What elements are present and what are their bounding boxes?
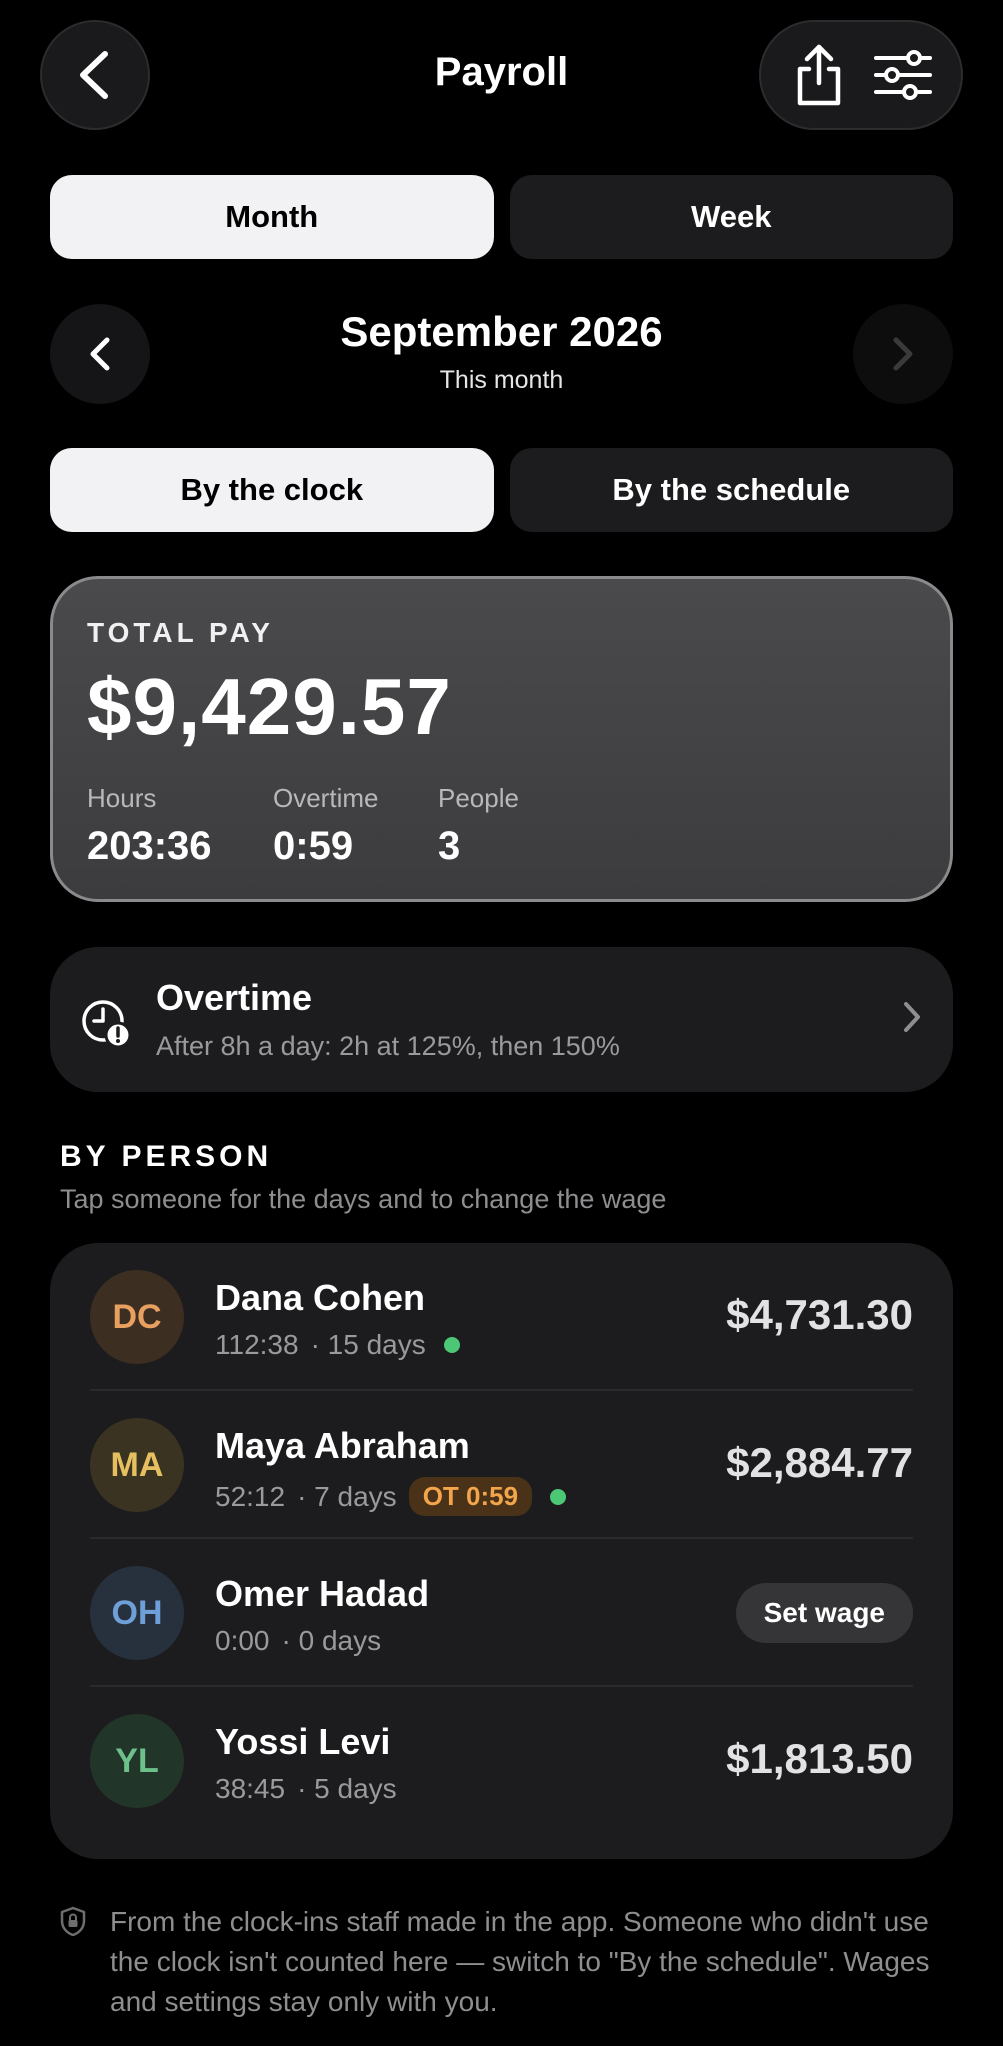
stat-overtime: Overtime 0:59 bbox=[273, 783, 379, 868]
person-days: · 15 days bbox=[310, 1329, 426, 1360]
chevron-right-icon bbox=[904, 1002, 920, 1032]
filter-button[interactable] bbox=[868, 40, 938, 110]
person-hours: 112:38 bbox=[215, 1329, 299, 1360]
avatar: MA bbox=[90, 1418, 184, 1512]
overtime-rule: After 8h a day: 2h at 125%, then 150% bbox=[156, 1031, 620, 1061]
sliders-icon bbox=[874, 50, 932, 100]
chevron-right-icon bbox=[893, 337, 913, 371]
list-item-person[interactable]: MA Maya Abraham 52:12 · 7 days OT 0:59 $… bbox=[50, 1391, 953, 1539]
person-meta: 38:45 · 5 days bbox=[215, 1773, 397, 1805]
tab-week[interactable]: Week bbox=[509, 175, 953, 259]
person-days: · 0 days bbox=[281, 1625, 382, 1656]
person-amount: $1,813.50 bbox=[726, 1735, 913, 1782]
tab-month[interactable]: Month bbox=[50, 175, 494, 259]
period-toggle: Month Week bbox=[50, 175, 953, 259]
person-days: · 7 days bbox=[297, 1480, 397, 1512]
total-pay-value: $9,429.57 bbox=[87, 662, 452, 751]
active-status-dot bbox=[443, 1337, 460, 1353]
person-meta: 52:12 · 7 days OT 0:59 bbox=[215, 1477, 567, 1516]
person-meta: 112:38 · 15 days bbox=[215, 1329, 460, 1361]
person-days: · 5 days bbox=[297, 1773, 397, 1804]
section-subtitle: Tap someone for the days and to change t… bbox=[60, 1184, 667, 1214]
source-toggle: By the clock By the schedule bbox=[50, 448, 953, 532]
tab-by-the-schedule[interactable]: By the schedule bbox=[509, 448, 953, 532]
total-pay-label: TOTAL PAY bbox=[87, 617, 274, 648]
overtime-settings-row[interactable]: Overtime After 8h a day: 2h at 125%, the… bbox=[50, 947, 953, 1092]
person-hours: 52:12 bbox=[215, 1480, 286, 1512]
total-pay-card: TOTAL PAY $9,429.57 Hours 203:36 Overtim… bbox=[50, 576, 953, 902]
person-hours: 0:00 bbox=[215, 1625, 270, 1656]
month-title: September 2026 bbox=[340, 308, 663, 355]
person-amount: $2,884.77 bbox=[726, 1439, 913, 1486]
section-title: BY PERSON bbox=[60, 1140, 273, 1173]
person-name: Dana Cohen bbox=[215, 1277, 426, 1318]
overtime-badge: OT 0:59 bbox=[408, 1477, 533, 1516]
stat-hours: Hours 203:36 bbox=[87, 783, 212, 868]
avatar: DC bbox=[90, 1270, 184, 1364]
person-name: Maya Abraham bbox=[215, 1425, 470, 1466]
share-button[interactable] bbox=[784, 40, 854, 110]
set-wage-button[interactable]: Set wage bbox=[735, 1583, 913, 1643]
person-name: Omer Hadad bbox=[215, 1573, 430, 1614]
header-actions bbox=[759, 20, 963, 130]
person-meta: 0:00 · 0 days bbox=[215, 1625, 381, 1657]
next-month-button[interactable] bbox=[853, 304, 953, 404]
person-hours: 38:45 bbox=[215, 1773, 286, 1804]
stat-people: People 3 bbox=[438, 783, 519, 868]
footnote: From the clock-ins staff made in the app… bbox=[60, 1902, 950, 2022]
person-name: Yossi Levi bbox=[215, 1721, 391, 1762]
footnote-text: From the clock-ins staff made in the app… bbox=[110, 1906, 930, 2017]
privacy-lock-icon bbox=[60, 1906, 86, 1936]
month-subtitle: This month bbox=[439, 366, 564, 394]
header: Payroll bbox=[0, 20, 1003, 132]
avatar: YL bbox=[90, 1714, 184, 1808]
month-navigation: September 2026 This month bbox=[50, 304, 953, 404]
people-list: DC Dana Cohen 112:38 · 15 days $4,731.30… bbox=[50, 1243, 953, 1859]
avatar: OH bbox=[90, 1566, 184, 1660]
overtime-title: Overtime bbox=[156, 977, 313, 1018]
clock-alert-icon bbox=[82, 1000, 132, 1049]
list-item-person[interactable]: DC Dana Cohen 112:38 · 15 days $4,731.30 bbox=[50, 1243, 953, 1391]
share-icon bbox=[797, 44, 841, 106]
tab-by-the-clock[interactable]: By the clock bbox=[50, 448, 494, 532]
person-amount: $4,731.30 bbox=[726, 1291, 913, 1338]
active-status-dot bbox=[550, 1488, 567, 1505]
list-item-person[interactable]: YL Yossi Levi 38:45 · 5 days $1,813.50 bbox=[50, 1687, 953, 1835]
list-item-person[interactable]: OH Omer Hadad 0:00 · 0 days Set wage bbox=[50, 1539, 953, 1687]
